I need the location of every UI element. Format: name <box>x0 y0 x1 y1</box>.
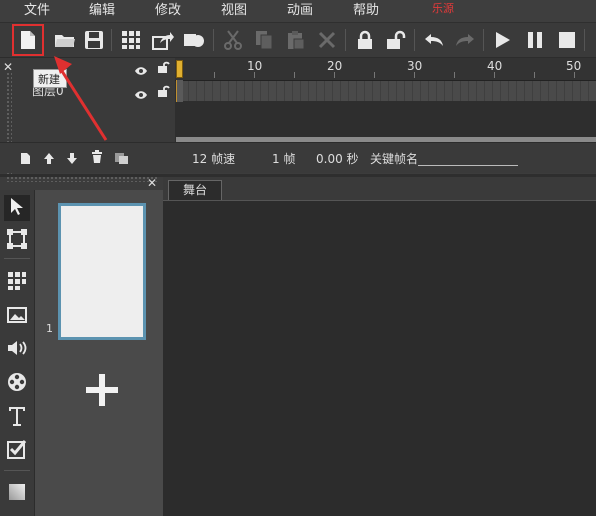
select-tool[interactable] <box>4 195 30 221</box>
grid-icon <box>121 30 141 50</box>
layer-visibility-icon[interactable] <box>134 85 148 104</box>
unlock-button[interactable] <box>382 26 410 54</box>
redo-icon <box>455 32 475 48</box>
transform-tool[interactable] <box>4 228 30 254</box>
save-icon <box>84 30 104 50</box>
text-icon <box>8 406 26 430</box>
timeline-close-icon[interactable]: ✕ <box>3 60 13 74</box>
duplicate-layer-icon[interactable] <box>114 150 129 169</box>
shape-tool[interactable] <box>4 481 30 507</box>
lock-header-icon[interactable] <box>157 59 170 78</box>
redo-button[interactable] <box>451 26 479 54</box>
playhead[interactable] <box>176 60 183 78</box>
layer-lock-icon[interactable] <box>157 83 170 102</box>
ruler-label: 30 <box>407 59 423 73</box>
new-file-icon <box>20 30 36 50</box>
lock-button[interactable] <box>351 26 379 54</box>
stop-button[interactable] <box>553 26 581 54</box>
paste-button[interactable] <box>282 26 310 54</box>
delete-icon <box>318 31 336 49</box>
scene-number: 1 <box>46 322 53 335</box>
checkbox-tool[interactable] <box>4 438 30 464</box>
paste-icon <box>287 30 305 50</box>
fps-readout: 12 帧速 <box>192 152 236 166</box>
lock-icon <box>357 30 373 50</box>
copy-icon <box>255 30 273 50</box>
menu-help[interactable]: 帮助 <box>353 2 379 20</box>
time-readout: 0.00 秒 <box>316 152 359 166</box>
menu-edit[interactable]: 编辑 <box>89 2 115 20</box>
keyframe[interactable] <box>176 80 183 102</box>
ruler-label: 20 <box>327 59 343 73</box>
video-tool[interactable] <box>4 371 30 397</box>
add-scene-button[interactable] <box>84 372 120 408</box>
text-tool[interactable] <box>4 405 30 431</box>
scenes-close-icon[interactable]: ✕ <box>147 176 157 190</box>
keyframe-label: 关键帧名 <box>370 152 419 166</box>
ruler-label: 10 <box>247 59 263 73</box>
menu-animation[interactable]: 动画 <box>287 2 313 20</box>
keyframe-name-input[interactable] <box>418 165 518 166</box>
unlock-icon <box>386 30 406 50</box>
visibility-header-icon[interactable] <box>134 61 148 80</box>
cut-icon <box>224 30 242 50</box>
record-button[interactable] <box>180 26 208 54</box>
scene-thumbnail[interactable] <box>58 203 146 340</box>
save-button[interactable] <box>80 26 108 54</box>
menu-bar: 文件 编辑 修改 视图 动画 帮助 乐源 <box>0 0 596 23</box>
stage-tab-bar <box>163 177 596 201</box>
new-layer-icon[interactable] <box>20 150 31 169</box>
grid-tool[interactable] <box>4 270 30 296</box>
undo-icon <box>424 32 444 48</box>
menu-extra-text: 乐源 <box>432 2 454 15</box>
open-button[interactable] <box>51 26 79 54</box>
play-icon <box>495 31 511 49</box>
move-up-icon[interactable] <box>43 150 55 169</box>
stage-area[interactable] <box>163 177 596 516</box>
frame-ruler[interactable] <box>175 58 596 81</box>
image-tool[interactable] <box>4 304 30 330</box>
pause-icon <box>527 31 543 49</box>
share-icon <box>152 30 174 50</box>
frame-track[interactable] <box>181 81 596 101</box>
cut-button[interactable] <box>219 26 247 54</box>
tab-stage[interactable]: 舞台 <box>168 180 222 200</box>
new-file-button[interactable] <box>12 24 44 56</box>
checkbox-icon <box>7 439 27 463</box>
menu-file[interactable]: 文件 <box>24 2 50 20</box>
gradient-square-icon <box>8 483 26 505</box>
copy-button[interactable] <box>250 26 278 54</box>
annotation-arrow <box>54 56 108 141</box>
menu-view[interactable]: 视图 <box>221 2 247 20</box>
frame-readout: 1 帧 <box>272 152 296 166</box>
share-button[interactable] <box>149 26 177 54</box>
tool-palette <box>0 190 35 516</box>
film-reel-icon <box>7 372 27 396</box>
move-down-icon[interactable] <box>66 150 78 169</box>
record-icon <box>183 31 205 49</box>
undo-button[interactable] <box>420 26 448 54</box>
menu-modify[interactable]: 修改 <box>155 2 181 20</box>
grid-button[interactable] <box>117 26 145 54</box>
pause-button[interactable] <box>521 26 549 54</box>
ruler-label: 40 <box>487 59 503 73</box>
speaker-icon <box>7 339 27 361</box>
ruler-label: 50 <box>566 59 582 73</box>
image-icon <box>7 307 27 327</box>
open-folder-icon <box>54 31 76 49</box>
sound-tool[interactable] <box>4 337 30 363</box>
grid-icon <box>7 271 27 295</box>
play-button[interactable] <box>489 26 517 54</box>
timeline-status-bar <box>0 142 596 173</box>
plus-icon <box>86 374 118 406</box>
trash-icon[interactable] <box>91 149 103 168</box>
transform-icon <box>7 229 27 253</box>
stop-icon <box>558 31 576 49</box>
arrow-cursor-icon <box>10 197 24 219</box>
delete-button[interactable] <box>313 26 341 54</box>
